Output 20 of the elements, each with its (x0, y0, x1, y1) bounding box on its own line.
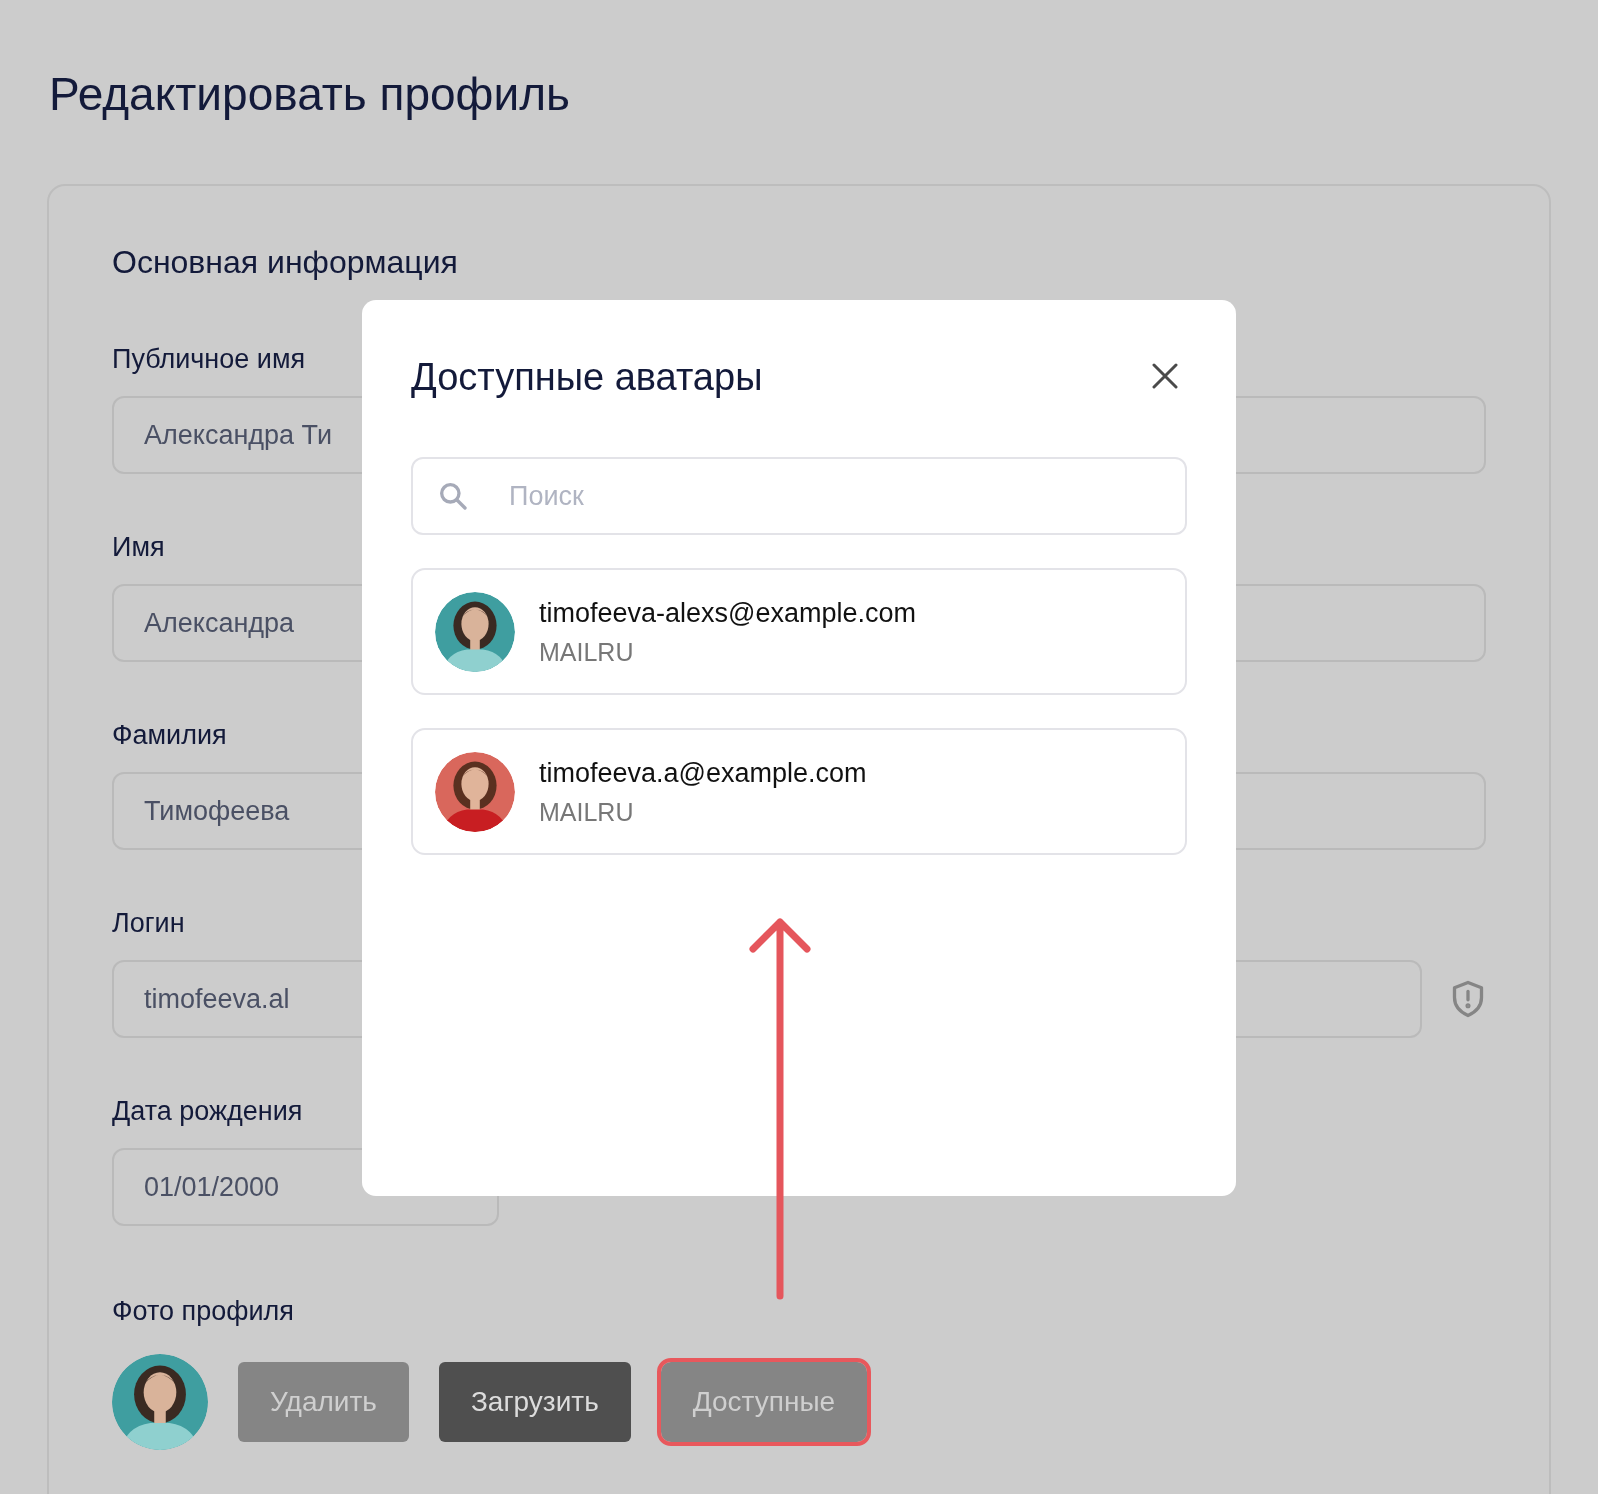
search-icon (437, 480, 469, 512)
field-label: Имя (112, 531, 165, 564)
page-title: Редактировать профиль (49, 67, 570, 122)
avatar-option[interactable]: timofeeva.a@example.com MAILRU (411, 728, 1187, 855)
avatar-source: MAILRU (539, 636, 635, 668)
avatar-option[interactable]: timofeeva-alexs@example.com MAILRU (411, 568, 1187, 695)
field-label: Логин (112, 907, 185, 940)
avatar-email: timofeeva.a@example.com (539, 756, 867, 790)
field-label: Дата рождения (112, 1095, 303, 1128)
photo-button[interactable]: Загрузить (438, 1362, 631, 1442)
avatar-source: MAILRU (539, 796, 635, 828)
shield-alert-icon (1450, 979, 1486, 1019)
avatar-email: timofeeva-alexs@example.com (539, 596, 917, 630)
field-label: Публичное имя (112, 343, 306, 376)
search-field[interactable]: Поиск (411, 457, 1187, 535)
close-icon (1152, 363, 1178, 389)
field-label: Фамилия (112, 719, 227, 752)
section-title: Основная информация (112, 243, 458, 282)
dialog-title: Доступные аватары (411, 355, 763, 400)
field-label: Фото профиля (112, 1295, 294, 1328)
